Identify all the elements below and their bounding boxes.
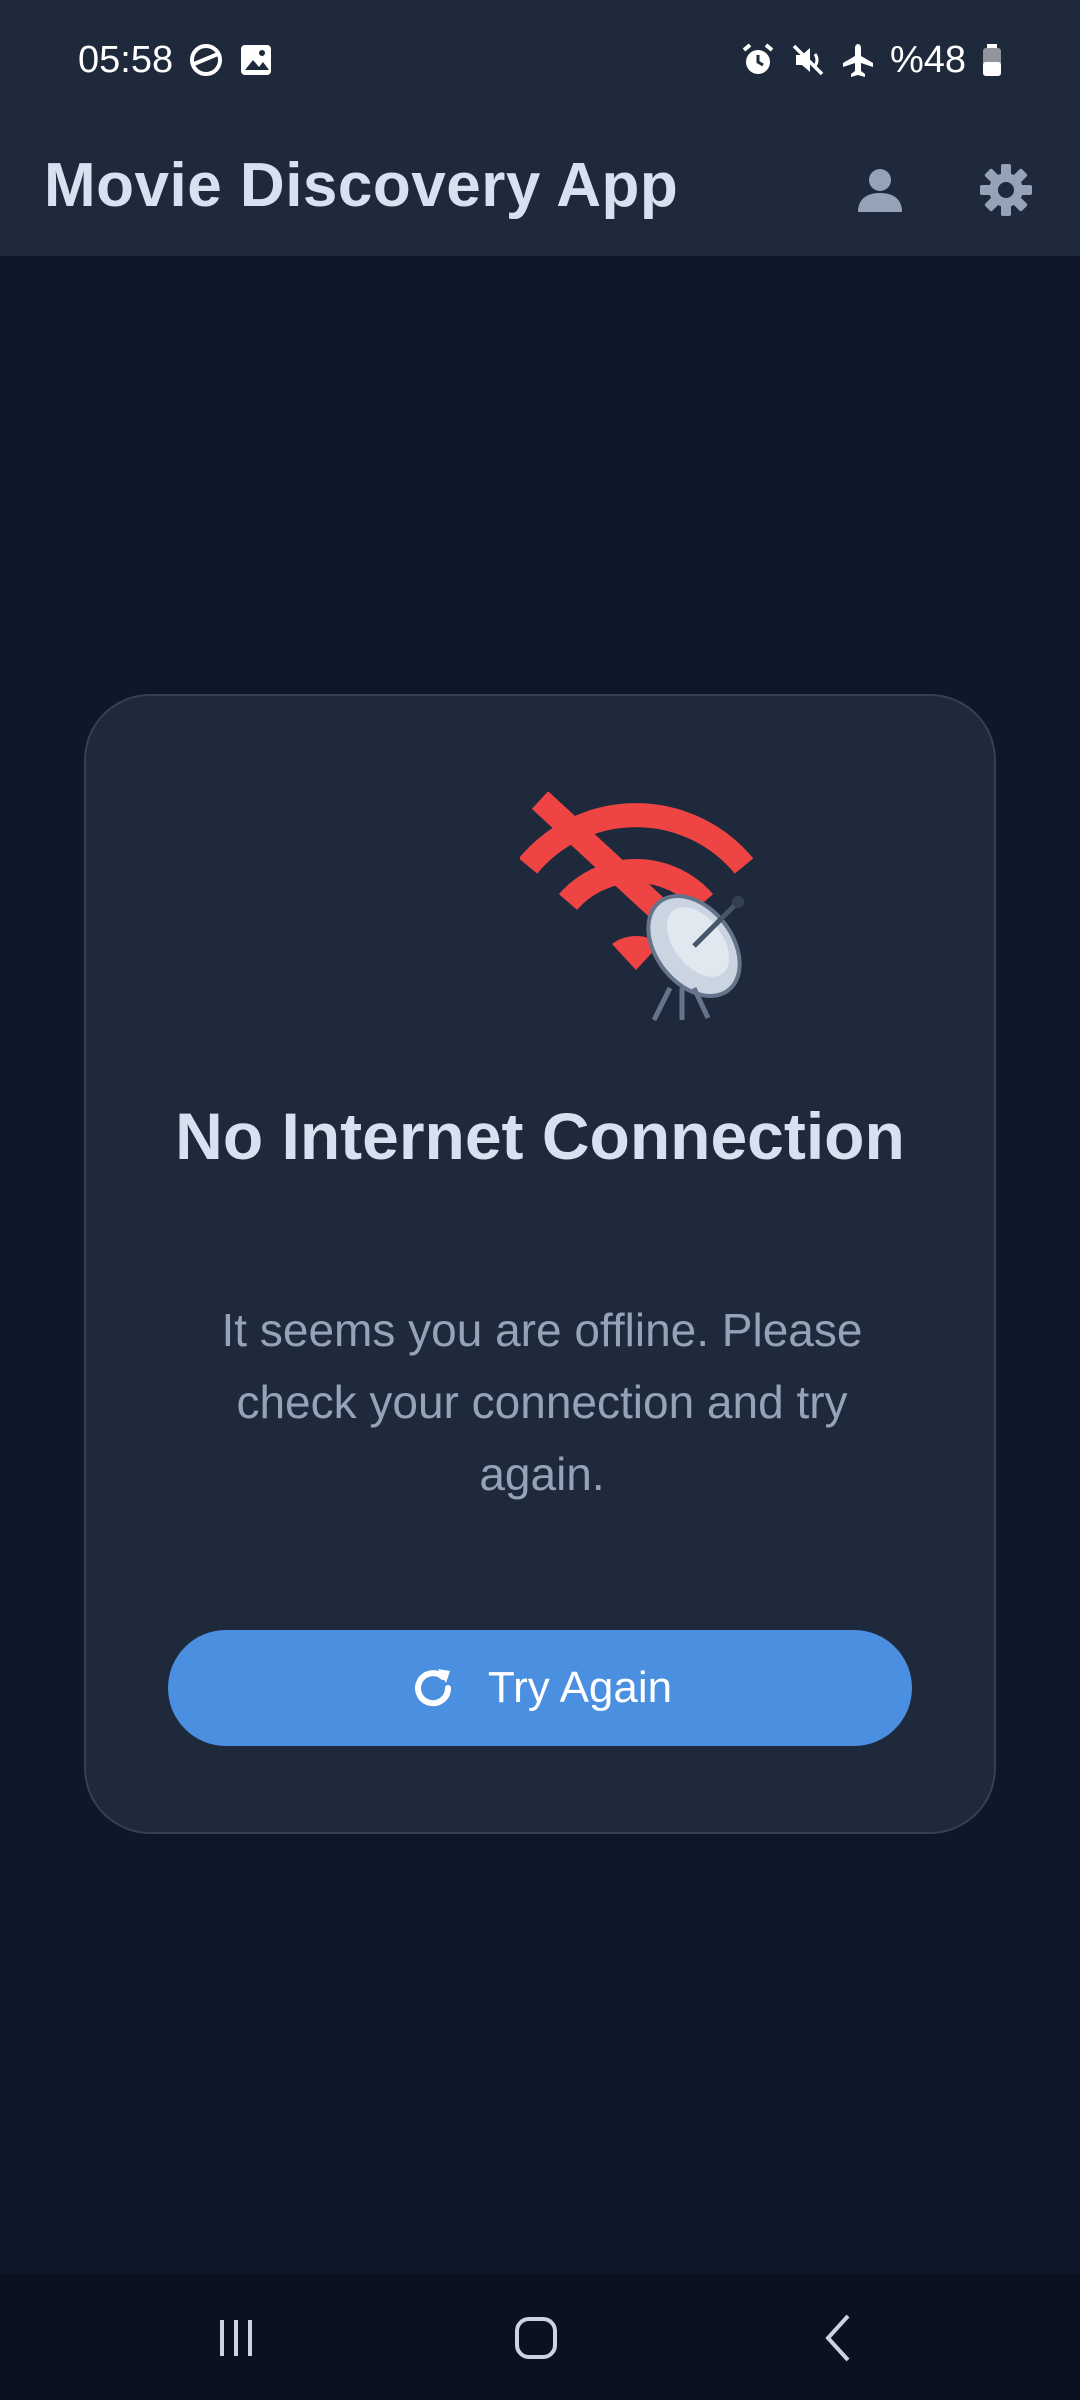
offline-illustration bbox=[520, 792, 754, 1022]
recent-apps-icon bbox=[220, 2320, 252, 2356]
app-bar: Movie Discovery App bbox=[0, 122, 1080, 256]
settings-icon bbox=[980, 164, 1032, 216]
back-button[interactable] bbox=[780, 2300, 900, 2376]
airplane-icon bbox=[842, 44, 873, 77]
status-right: %48 bbox=[740, 36, 1004, 84]
mute-icon bbox=[792, 44, 824, 76]
home-icon bbox=[515, 2317, 557, 2359]
status-bar: 05:58 %48 bbox=[0, 0, 1080, 122]
profile-icon bbox=[858, 169, 902, 212]
gallery-icon bbox=[241, 45, 271, 75]
status-time: 05:58 bbox=[78, 39, 174, 81]
app-title: Movie Discovery App bbox=[44, 151, 679, 220]
screen: 05:58 %48 Movie Discovery App No Interne… bbox=[0, 0, 1080, 2400]
data-saver-icon bbox=[190, 44, 222, 76]
settings-button[interactable] bbox=[958, 142, 1054, 238]
error-title: No Internet Connection bbox=[175, 1099, 905, 1173]
offline-card: No Internet Connection It seems you are … bbox=[84, 694, 996, 1834]
try-again-button[interactable]: Try Again bbox=[168, 1630, 912, 1746]
home-button[interactable] bbox=[476, 2300, 596, 2376]
system-nav-bar bbox=[0, 2274, 1080, 2400]
refresh-icon bbox=[414, 1669, 451, 1707]
status-left-icons bbox=[188, 40, 274, 80]
profile-button[interactable] bbox=[832, 142, 928, 238]
back-icon bbox=[825, 2314, 850, 2362]
battery-percent: %48 bbox=[889, 39, 966, 81]
alarm-icon bbox=[742, 43, 774, 74]
try-again-label: Try Again bbox=[487, 1663, 673, 1712]
recent-apps-button[interactable] bbox=[176, 2300, 296, 2376]
error-message: It seems you are offline. Please check y… bbox=[221, 1304, 863, 1500]
battery-icon bbox=[983, 44, 1001, 76]
